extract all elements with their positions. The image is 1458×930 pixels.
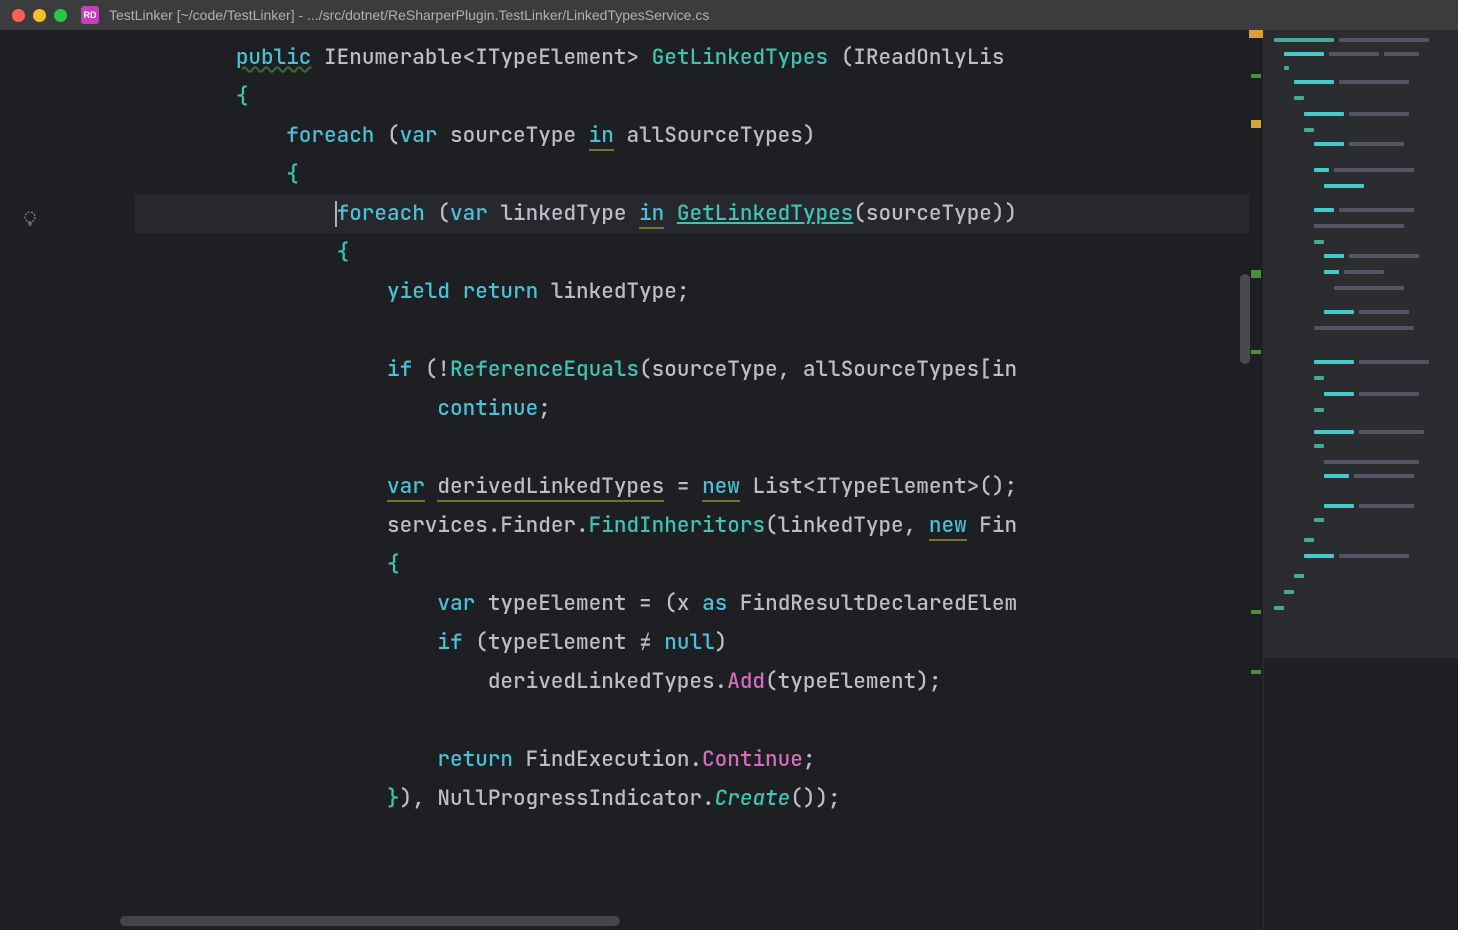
window-title: TestLinker [~/code/TestLinker] - .../src… (109, 7, 709, 23)
minimap-block (1314, 224, 1404, 228)
stripe-marker[interactable] (1251, 270, 1261, 278)
code-line[interactable] (135, 818, 1249, 857)
code-line[interactable]: if (!ReferenceEquals(sourceType, allSour… (135, 350, 1249, 389)
titlebar: RD TestLinker [~/code/TestLinker] - .../… (0, 0, 1458, 30)
minimap-block (1314, 518, 1324, 522)
code-line[interactable]: public IEnumerable<ITypeElement> GetLink… (135, 38, 1249, 77)
gutter[interactable] (0, 30, 85, 930)
code-line[interactable] (135, 701, 1249, 740)
minimap-block (1339, 554, 1409, 558)
minimap-block (1349, 254, 1419, 258)
minimap-block (1324, 504, 1354, 508)
lightbulb-icon[interactable] (20, 209, 40, 236)
minimap-block (1384, 52, 1419, 56)
minimap-block (1274, 38, 1334, 42)
code-line[interactable]: if (typeElement ≠ null) (135, 623, 1249, 662)
minimap-block (1314, 360, 1354, 364)
code-line[interactable]: { (135, 233, 1249, 272)
code-line[interactable]: }), NullProgressIndicator.Create()); (135, 779, 1249, 818)
minimap-block (1304, 554, 1334, 558)
minimap-block (1324, 184, 1364, 188)
minimap-block (1339, 208, 1414, 212)
minimap-block (1359, 430, 1424, 434)
code-line[interactable]: { (135, 155, 1249, 194)
error-stripe[interactable] (1249, 30, 1263, 930)
minimap-block (1314, 168, 1329, 172)
minimap-block (1334, 168, 1414, 172)
minimap-block (1324, 254, 1344, 258)
code-line[interactable]: services.Finder.FindInheritors(linkedTyp… (135, 506, 1249, 545)
minimap-block (1324, 270, 1339, 274)
minimap-block (1359, 310, 1409, 314)
code-line[interactable]: var derivedLinkedTypes = new List<ITypeE… (135, 467, 1249, 506)
minimap-viewport[interactable] (1264, 30, 1458, 658)
code-area[interactable]: public IEnumerable<ITypeElement> GetLink… (85, 30, 1249, 930)
minimap-block (1314, 430, 1354, 434)
app-icon: RD (81, 6, 99, 24)
minimap-block (1274, 606, 1284, 610)
minimap-block (1324, 310, 1354, 314)
minimap-block (1354, 474, 1414, 478)
minimap-block (1349, 142, 1404, 146)
minimap-block (1314, 376, 1324, 380)
minimap-block (1324, 460, 1419, 464)
minimap-block (1324, 474, 1349, 478)
analysis-status-icon[interactable] (1249, 30, 1263, 38)
code-line[interactable]: var typeElement = (x as FindResultDeclar… (135, 584, 1249, 623)
code-line[interactable]: { (135, 77, 1249, 116)
minimap-block (1284, 66, 1289, 70)
minimap-block (1304, 538, 1314, 542)
editor[interactable]: − − − − − public IEnumerable<ITypeElemen… (0, 30, 1458, 930)
stripe-marker[interactable] (1251, 120, 1261, 128)
window-controls (12, 9, 67, 22)
minimap-block (1359, 392, 1419, 396)
minimap-block (1294, 96, 1304, 100)
minimap-block (1304, 128, 1314, 132)
stripe-marker[interactable] (1251, 670, 1261, 674)
code-line[interactable]: continue; (135, 389, 1249, 428)
minimap-block (1304, 112, 1344, 116)
code-line[interactable]: return FindExecution.Continue; (135, 740, 1249, 779)
minimap[interactable] (1263, 30, 1458, 930)
close-button[interactable] (12, 9, 25, 22)
code-line[interactable]: derivedLinkedTypes.Add(typeElement); (135, 662, 1249, 701)
horizontal-scrollbar[interactable] (120, 916, 620, 926)
minimap-block (1284, 52, 1324, 56)
minimap-block (1329, 52, 1379, 56)
minimap-block (1314, 142, 1344, 146)
minimap-block (1314, 326, 1414, 330)
minimap-block (1314, 208, 1334, 212)
minimap-block (1314, 240, 1324, 244)
minimize-button[interactable] (33, 9, 46, 22)
code-line[interactable]: yield return linkedType; (135, 272, 1249, 311)
minimap-block (1324, 392, 1354, 396)
code-line[interactable]: foreach (var sourceType in allSourceType… (135, 116, 1249, 155)
minimap-block (1344, 270, 1384, 274)
code-line[interactable] (135, 428, 1249, 467)
minimap-block (1339, 80, 1409, 84)
minimap-block (1359, 360, 1429, 364)
stripe-marker[interactable] (1251, 610, 1261, 614)
stripe-marker[interactable] (1251, 350, 1261, 354)
minimap-block (1314, 444, 1324, 448)
stripe-marker[interactable] (1251, 74, 1261, 78)
minimap-block (1334, 286, 1404, 290)
vertical-scrollbar[interactable] (1240, 274, 1250, 364)
code-line[interactable]: foreach (var linkedType in GetLinkedType… (135, 194, 1249, 233)
minimap-block (1314, 408, 1324, 412)
minimap-block (1294, 574, 1304, 578)
code-line[interactable]: { (135, 545, 1249, 584)
maximize-button[interactable] (54, 9, 67, 22)
code-line[interactable] (135, 311, 1249, 350)
minimap-block (1349, 112, 1409, 116)
minimap-block (1294, 80, 1334, 84)
minimap-block (1284, 590, 1294, 594)
minimap-block (1339, 38, 1429, 42)
minimap-block (1359, 504, 1414, 508)
